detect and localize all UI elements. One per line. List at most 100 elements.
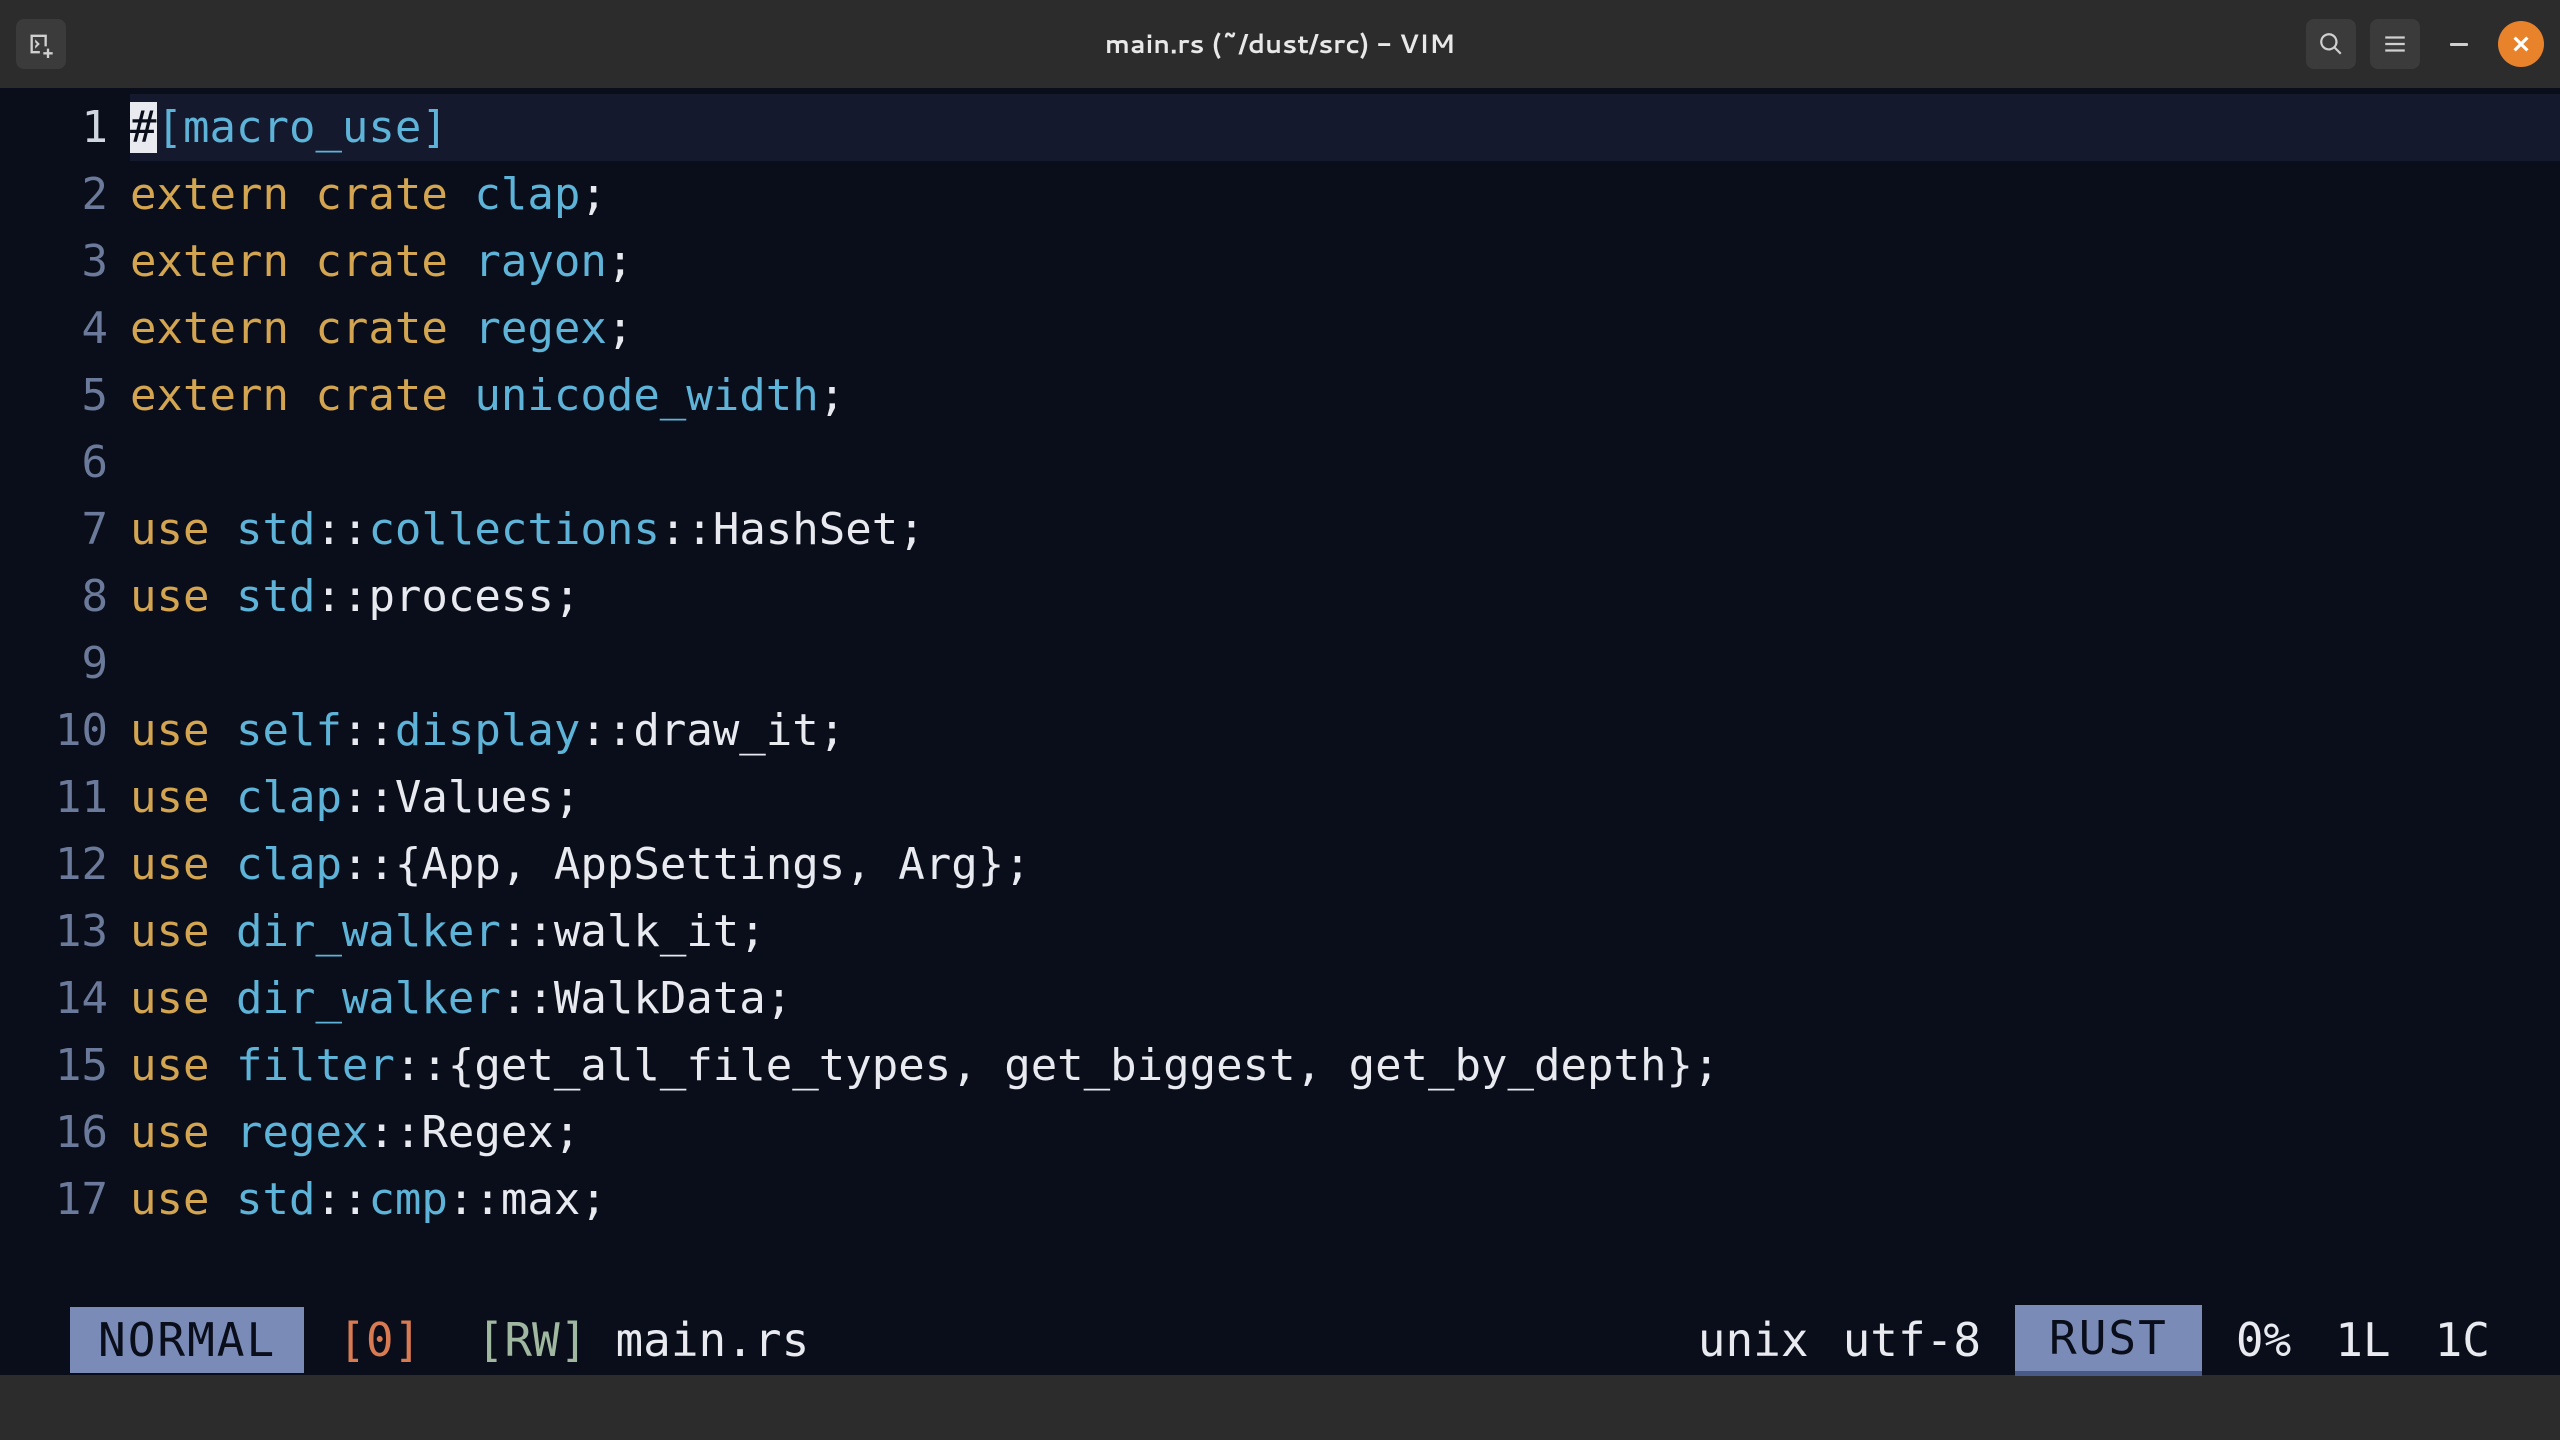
mode-indicator: NORMAL (70, 1307, 304, 1373)
token: clap (474, 169, 580, 220)
line-number: 3 (0, 228, 108, 295)
token: std (236, 1174, 315, 1225)
token: clap (236, 772, 342, 823)
code-line[interactable]: use std::cmp::max; (130, 1166, 2560, 1233)
token: {get_all_file_types, get_biggest, get_by… (448, 1040, 1693, 1091)
line-number: 11 (0, 764, 108, 831)
token: ; (580, 1174, 607, 1225)
line-number: 12 (0, 831, 108, 898)
menu-button[interactable] (2370, 19, 2420, 69)
token: use (130, 504, 236, 555)
token: WalkData (554, 973, 766, 1024)
token: :: (501, 973, 554, 1024)
line-number: 6 (0, 429, 108, 496)
token: unicode_width (474, 370, 818, 421)
token: process (368, 571, 553, 622)
line-indicator: 1L (2335, 1313, 2390, 1367)
col-indicator: 1C (2435, 1313, 2490, 1367)
new-tab-button[interactable] (16, 19, 66, 69)
token: rayon (474, 236, 606, 287)
vim-window: main.rs (~/dust/src) - VIM 1234567891011… (0, 0, 2560, 1375)
token: std (236, 571, 315, 622)
token: extern crate (130, 370, 474, 421)
search-button[interactable] (2306, 19, 2356, 69)
token: use (130, 1107, 236, 1158)
token: ; (1693, 1040, 1720, 1091)
token: extern crate (130, 236, 474, 287)
token: use (130, 705, 236, 756)
token: extern crate (130, 169, 474, 220)
editor[interactable]: 1234567891011121314151617 #[macro_use]ex… (0, 88, 2560, 1375)
token: walk_it (554, 906, 739, 957)
token: ; (580, 169, 607, 220)
token: use (130, 839, 236, 890)
token: ; (607, 303, 634, 354)
token: dir_walker (236, 973, 501, 1024)
code-line[interactable] (130, 630, 2560, 697)
token: [macro_use] (157, 102, 448, 153)
token: use (130, 973, 236, 1024)
code-line[interactable]: use std::process; (130, 563, 2560, 630)
token: ; (819, 370, 846, 421)
token: # (130, 102, 157, 153)
line-number: 13 (0, 898, 108, 965)
token: extern crate (130, 303, 474, 354)
token: :: (368, 1107, 421, 1158)
titlebar: main.rs (~/dust/src) - VIM (0, 0, 2560, 88)
code-line[interactable]: use dir_walker::WalkData; (130, 965, 2560, 1032)
code-line[interactable]: use dir_walker::walk_it; (130, 898, 2560, 965)
code-line[interactable]: use std::collections::HashSet; (130, 496, 2560, 563)
token: draw_it (633, 705, 818, 756)
token: use (130, 772, 236, 823)
line-number: 2 (0, 161, 108, 228)
code-line[interactable]: #[macro_use] (130, 94, 2560, 161)
code-line[interactable]: extern crate regex; (130, 295, 2560, 362)
code-line[interactable]: extern crate rayon; (130, 228, 2560, 295)
line-number: 8 (0, 563, 108, 630)
token: HashSet (713, 504, 898, 555)
code-content[interactable]: #[macro_use]extern crate clap;extern cra… (130, 94, 2560, 1305)
token: :: (315, 571, 368, 622)
token: use (130, 1040, 236, 1091)
code-line[interactable]: use clap::{App, AppSettings, Arg}; (130, 831, 2560, 898)
code-line[interactable]: use regex::Regex; (130, 1099, 2560, 1166)
code-line[interactable]: extern crate clap; (130, 161, 2560, 228)
line-number: 1 (0, 94, 108, 161)
token: :: (342, 705, 395, 756)
token: ; (819, 705, 846, 756)
token: regex (236, 1107, 368, 1158)
titlebar-right (2306, 19, 2544, 69)
close-icon (2510, 33, 2532, 55)
token: ; (554, 772, 581, 823)
code-line[interactable]: use self::display::draw_it; (130, 697, 2560, 764)
window-title: main.rs (~/dust/src) - VIM (1105, 26, 1455, 62)
hamburger-icon (2382, 31, 2408, 57)
close-button[interactable] (2498, 21, 2544, 67)
status-register: [0] (338, 1313, 421, 1367)
line-number: 15 (0, 1032, 108, 1099)
token: ; (739, 906, 766, 957)
code-line[interactable]: extern crate unicode_width; (130, 362, 2560, 429)
token: collections (368, 504, 659, 555)
line-number: 10 (0, 697, 108, 764)
line-number: 7 (0, 496, 108, 563)
code-line[interactable]: use clap::Values; (130, 764, 2560, 831)
minimize-button[interactable] (2434, 19, 2484, 69)
token: std (236, 504, 315, 555)
code-line[interactable] (130, 429, 2560, 496)
filename: main.rs (615, 1313, 809, 1367)
token: cmp (368, 1174, 447, 1225)
token: {App, AppSettings, Arg} (395, 839, 1004, 890)
token: dir_walker (236, 906, 501, 957)
token: Values (395, 772, 554, 823)
token: :: (342, 839, 395, 890)
token: use (130, 906, 236, 957)
token: display (395, 705, 580, 756)
code-line[interactable]: use filter::{get_all_file_types, get_big… (130, 1032, 2560, 1099)
token: ; (554, 571, 581, 622)
token: :: (448, 1174, 501, 1225)
line-number-gutter: 1234567891011121314151617 (0, 94, 130, 1305)
token: ; (898, 504, 925, 555)
token: regex (474, 303, 606, 354)
token: self (236, 705, 342, 756)
